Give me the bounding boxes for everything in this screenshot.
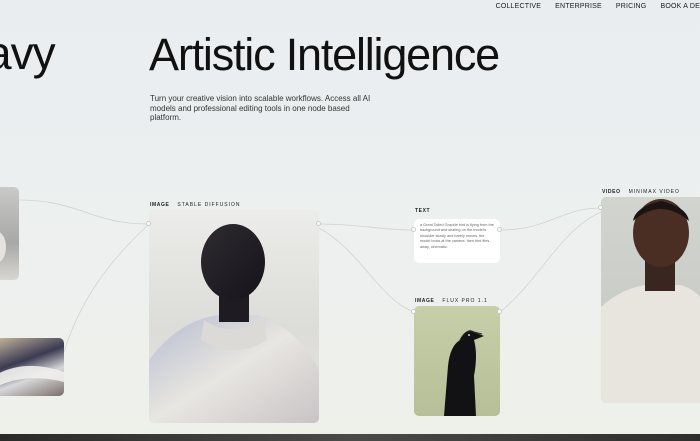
flux-node-label: IMAGE FLUX PRO 1.1 [415, 298, 488, 304]
wire-stable-to-text [318, 223, 415, 231]
top-nav: COLLECTIVE ENTERPRISE PRICING BOOK A DE [496, 3, 700, 10]
nav-pricing[interactable]: PRICING [616, 3, 647, 10]
text-output-port[interactable] [497, 227, 502, 232]
image-node-left-top[interactable] [0, 187, 19, 280]
video-input-port[interactable] [598, 205, 603, 210]
wire-stable-to-flux [318, 227, 415, 313]
wire-left-to-stable [18, 199, 150, 225]
abstract-thumbnail-icon [0, 365, 64, 386]
wire-flux-to-video [499, 211, 602, 313]
stable-node-label: IMAGE STABLE DIFFUSION [150, 202, 241, 208]
video-node-minimax[interactable] [601, 197, 700, 403]
crow-image-icon [444, 330, 484, 416]
nav-enterprise[interactable]: ENTERPRISE [555, 3, 602, 10]
image-node-flux-pro[interactable] [414, 306, 500, 416]
hero-subtitle: Turn your creative vision into scalable … [150, 94, 371, 123]
video-node-label: VIDEO MINIMAX VIDEO [602, 189, 680, 195]
flux-node-type: IMAGE [415, 298, 435, 304]
stable-node-type: IMAGE [150, 202, 170, 208]
wire-stable-to-left-bottom [63, 223, 150, 353]
text-input-port[interactable] [411, 227, 416, 232]
text-prompt-node[interactable]: a Great Tailed Grackle bird is flying fr… [414, 219, 500, 263]
portrait-thumbnail-icon [0, 232, 6, 262]
stable-node-model: STABLE DIFFUSION [177, 202, 241, 208]
brand-wordmark: avy [0, 27, 56, 79]
stable-input-port[interactable] [146, 221, 151, 226]
text-node-type: TEXT [415, 208, 431, 214]
hero-title: Artistic Intelligence [149, 29, 500, 80]
flux-output-port[interactable] [497, 309, 502, 314]
video-node-model: MINIMAX VIDEO [628, 189, 680, 195]
flux-input-port[interactable] [411, 309, 416, 314]
video-node-type: VIDEO [602, 189, 621, 195]
text-node-label: TEXT [415, 208, 438, 214]
portrait-image-icon [149, 224, 319, 423]
nav-book-demo[interactable]: BOOK A DE [660, 3, 700, 10]
portrait-video-icon [601, 199, 700, 403]
flux-node-model: FLUX PRO 1.1 [442, 298, 488, 304]
bottom-strip [0, 434, 700, 441]
image-node-stable-diffusion[interactable] [149, 210, 319, 423]
nav-collective[interactable]: COLLECTIVE [496, 3, 542, 10]
wire-text-to-video [499, 207, 602, 231]
image-node-left-bottom[interactable] [0, 338, 64, 396]
stable-output-port[interactable] [316, 221, 321, 226]
